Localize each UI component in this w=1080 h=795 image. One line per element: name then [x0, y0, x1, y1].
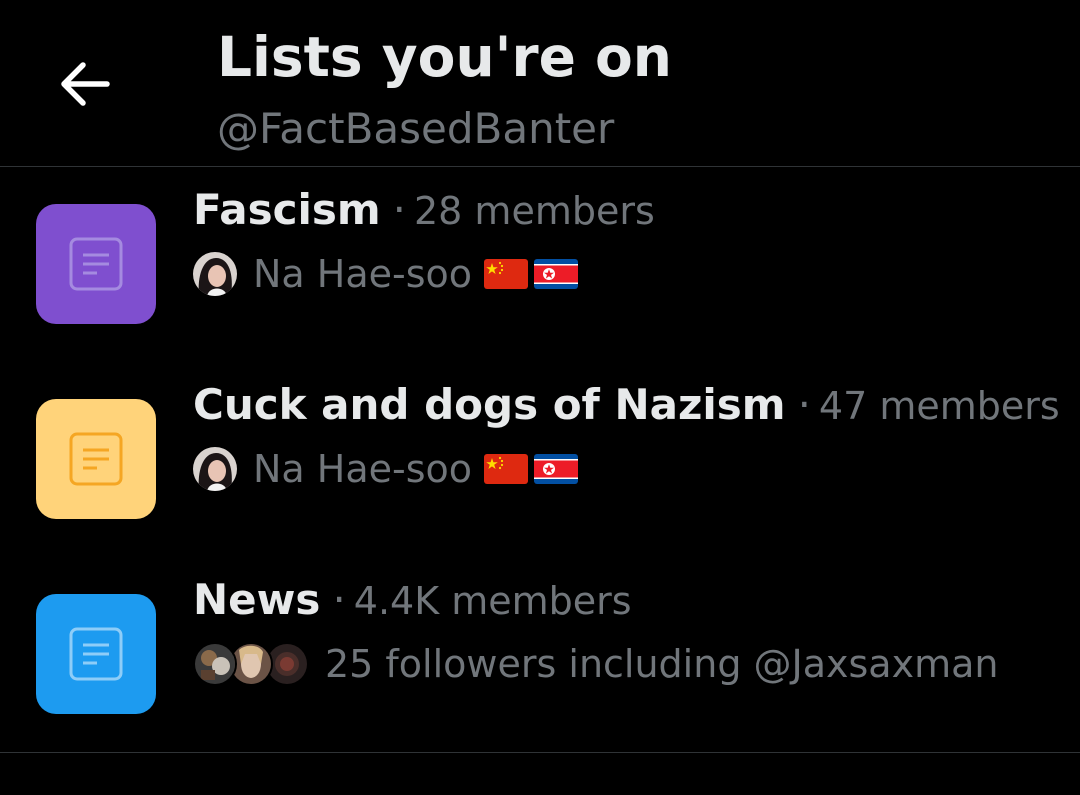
- page-header: Lists you're on @FactBasedBanter: [0, 0, 1080, 167]
- north-korea-flag-icon: [534, 259, 579, 289]
- list-name: Fascism: [193, 185, 381, 234]
- list-title-line: Cuck and dogs of Nazism · 47 members: [193, 377, 1060, 433]
- separator-dot: ·: [392, 185, 406, 234]
- page-title: Lists you're on: [217, 25, 672, 89]
- separator-dot: ·: [332, 575, 346, 624]
- china-flag-icon: [484, 454, 529, 484]
- list-followers: 25 followers including @Jaxsaxman: [193, 636, 998, 692]
- owner-name: Na Hae-soo: [253, 447, 473, 491]
- separator-dot: ·: [797, 380, 811, 429]
- list-name: News: [193, 575, 321, 624]
- member-count: 47 members: [818, 384, 1060, 428]
- list-icon: [36, 594, 156, 714]
- owner-name: Na Hae-soo: [253, 252, 473, 296]
- list-owner: Na Hae-soo: [193, 441, 579, 497]
- list-document-icon: [69, 627, 123, 681]
- list-name: Cuck and dogs of Nazism: [193, 380, 786, 429]
- list-icon: [36, 204, 156, 324]
- list-document-icon: [69, 237, 123, 291]
- list-title-line: Fascism · 28 members: [193, 182, 655, 238]
- list-item-cuck-and-dogs-of-nazism[interactable]: Cuck and dogs of Nazism · 47 members Na Ha…: [0, 363, 1080, 558]
- account-handle: @FactBasedBanter: [217, 104, 615, 153]
- list-document-icon: [69, 432, 123, 486]
- avatar: [193, 447, 237, 491]
- divider: [0, 752, 1080, 753]
- list-item-news[interactable]: News · 4.4K members 25 followers includi…: [0, 558, 1080, 753]
- member-count: 28 members: [414, 189, 655, 233]
- list-item-fascism[interactable]: Fascism · 28 members Na Hae-soo: [0, 168, 1080, 363]
- follower-avatars: [193, 642, 311, 686]
- arrow-left-icon: [61, 62, 110, 106]
- list-owner: Na Hae-soo: [193, 246, 579, 302]
- north-korea-flag-icon: [534, 454, 579, 484]
- followers-text: 25 followers including @Jaxsaxman: [325, 642, 999, 686]
- back-button[interactable]: [52, 52, 116, 116]
- list-icon: [36, 399, 156, 519]
- avatar: [193, 252, 237, 296]
- china-flag-icon: [484, 259, 529, 289]
- list-title-line: News · 4.4K members: [193, 572, 632, 628]
- member-count: 4.4K members: [353, 579, 632, 623]
- avatar: [193, 642, 237, 686]
